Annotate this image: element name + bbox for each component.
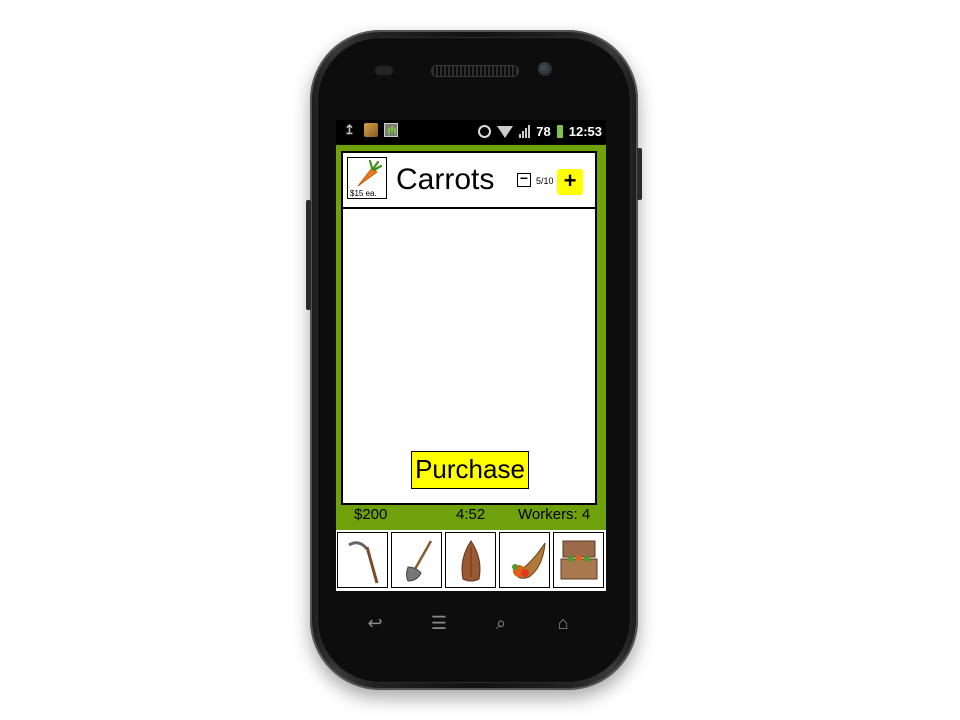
battery-level: 78 <box>536 124 551 139</box>
battery-icon <box>556 125 563 138</box>
upload-icon: ↥ <box>344 122 355 137</box>
money-display: $200 <box>354 506 388 523</box>
proximity-sensor <box>538 62 552 76</box>
app-screen: $15 ea. Carrots − 5/10 + Purchase $200 4… <box>336 145 606 591</box>
item-title: Carrots <box>396 163 495 196</box>
workers-display: Workers: 4 <box>518 506 591 523</box>
item-card: $15 ea. Carrots − 5/10 + Purchase <box>341 151 597 505</box>
tool-seed[interactable] <box>445 532 496 588</box>
flash-icon <box>364 123 378 137</box>
volume-button <box>306 200 311 310</box>
shovel-icon <box>406 540 433 582</box>
tool-scythe[interactable] <box>337 532 388 588</box>
timer-display: 4:52 <box>456 506 486 523</box>
tool-shovel[interactable] <box>391 532 442 588</box>
increase-quantity-button[interactable]: + <box>557 169 583 195</box>
item-price: $15 ea. <box>350 189 377 198</box>
item-thumbnail[interactable]: $15 ea. <box>347 157 387 199</box>
back-icon[interactable]: ↩ <box>358 608 392 638</box>
tool-bar <box>336 530 606 591</box>
clock: 12:53 <box>568 124 602 139</box>
seed-icon <box>461 540 481 582</box>
game-status-bar: $200 4:52 Workers: 4 <box>336 505 606 527</box>
tool-crate[interactable] <box>553 532 604 588</box>
chart-icon <box>384 123 398 137</box>
crate-icon <box>560 540 598 580</box>
item-header: $15 ea. Carrots − 5/10 + <box>343 153 595 209</box>
navigation-keys: ↩ ☰ ⌕ ⌂ <box>336 608 606 638</box>
quantity-counter: 5/10 <box>536 176 554 186</box>
scythe-icon <box>348 541 379 584</box>
search-icon[interactable]: ⌕ <box>484 608 518 638</box>
menu-icon[interactable]: ☰ <box>422 608 456 638</box>
sync-icon <box>478 125 492 138</box>
decrease-quantity-button[interactable]: − <box>517 171 531 187</box>
cornucopia-icon <box>512 542 546 579</box>
signal-icon <box>519 125 531 138</box>
carrot-icon <box>357 160 382 187</box>
purchase-button[interactable]: Purchase <box>411 451 529 489</box>
status-bar: ↥ 78 12:53 <box>336 120 606 144</box>
tool-harvest[interactable] <box>499 532 550 588</box>
power-button <box>637 148 642 200</box>
earpiece-speaker <box>432 66 518 76</box>
wifi-icon <box>497 125 514 138</box>
front-camera <box>374 65 394 76</box>
home-icon[interactable]: ⌂ <box>546 608 580 638</box>
